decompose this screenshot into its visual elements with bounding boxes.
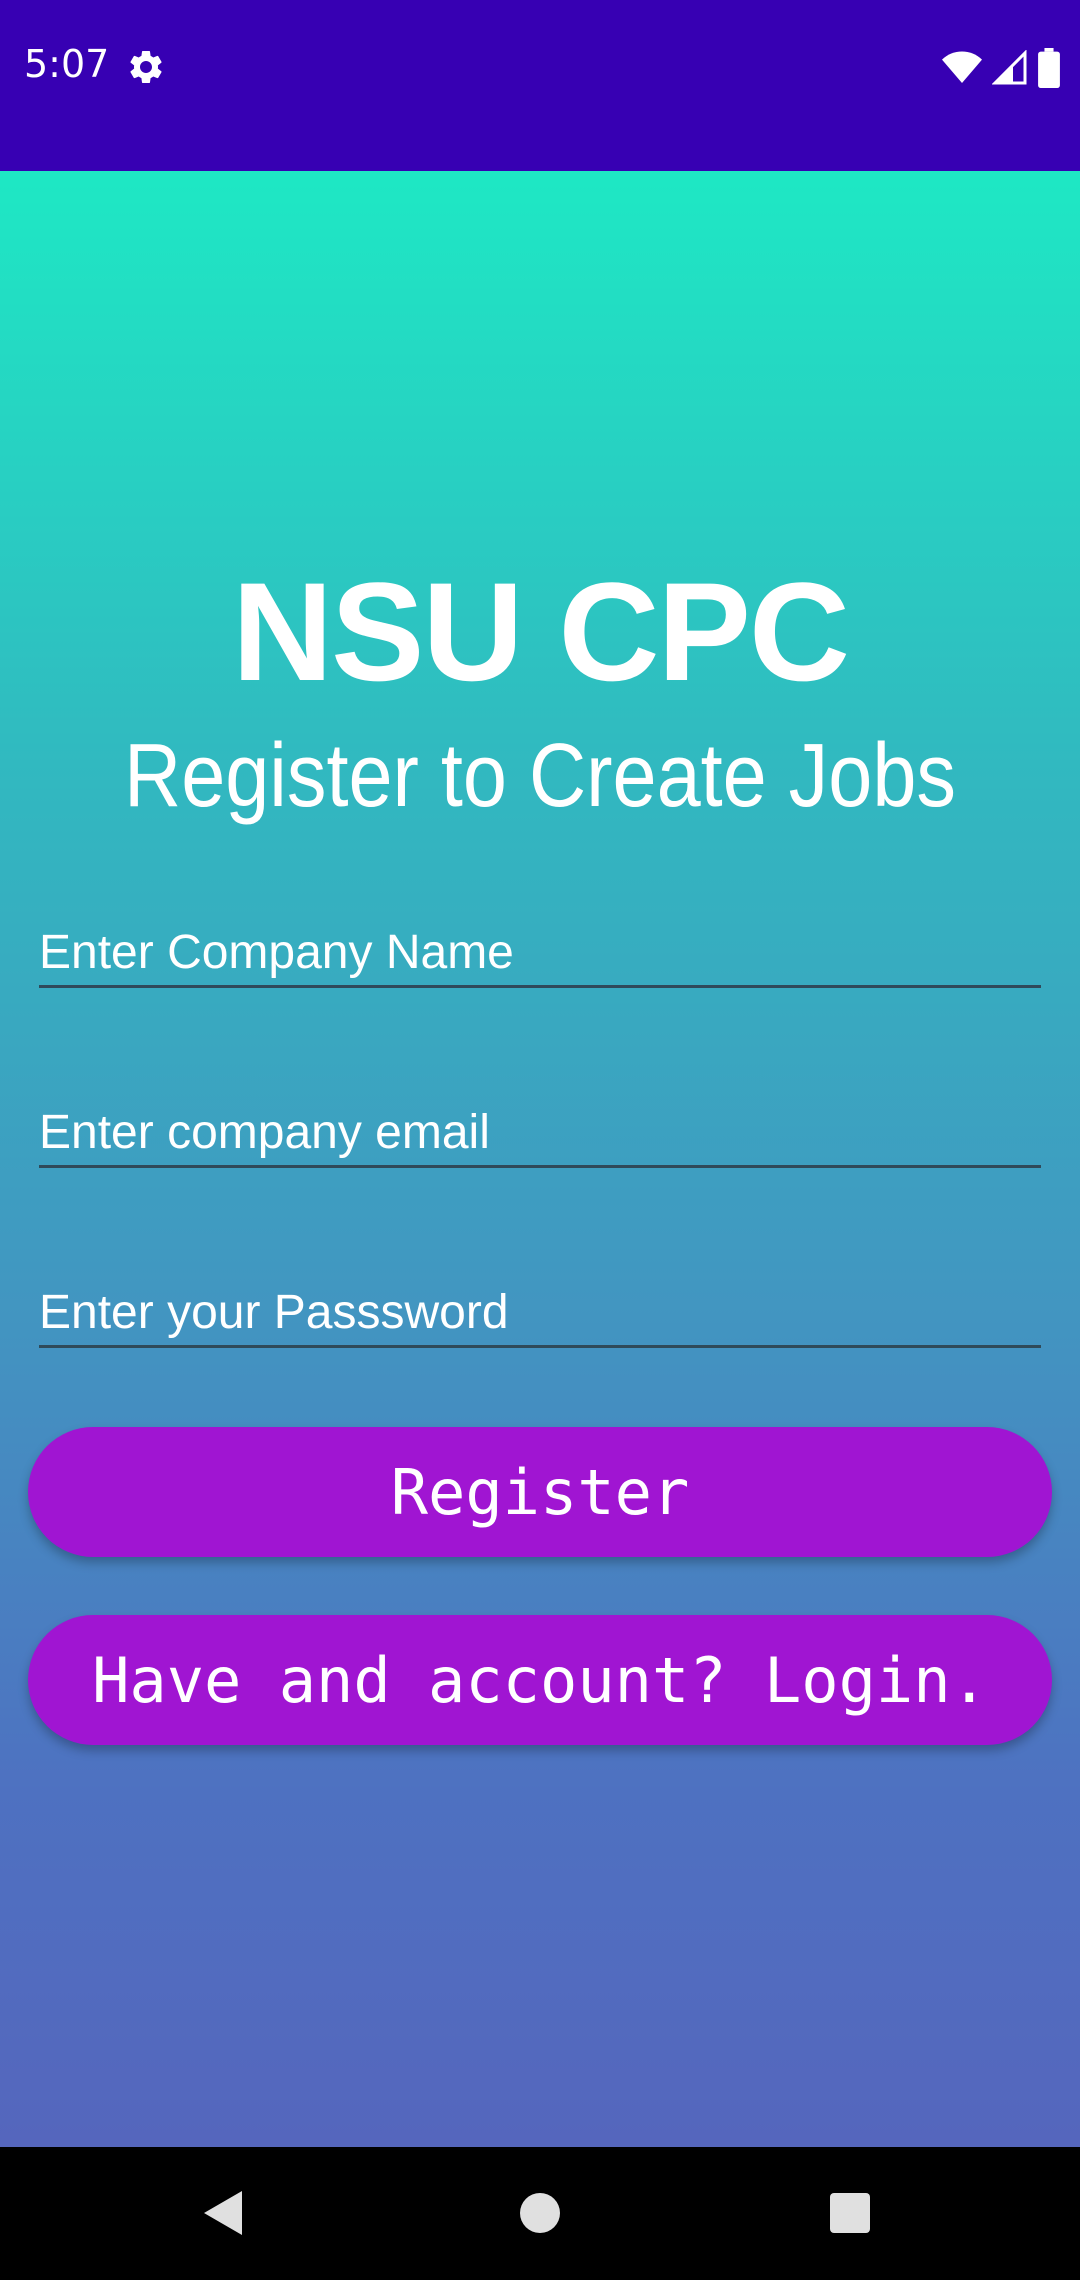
gear-icon (130, 50, 162, 83)
signal-icon (992, 50, 1027, 85)
screen: 5:07 NSU CPC Register to Create Jobs Ent… (0, 0, 1080, 2280)
password-field[interactable]: Enter your Passsword (39, 1278, 1041, 1348)
status-time: 5:07 (24, 42, 110, 86)
page-subtitle: Register to Create Jobs (123, 726, 956, 826)
company-email-field[interactable]: Enter company email (39, 1098, 1041, 1168)
home-icon[interactable] (520, 2193, 560, 2233)
register-button[interactable]: Register (28, 1427, 1052, 1557)
navigation-bar (0, 2147, 1080, 2280)
back-icon[interactable] (204, 2191, 242, 2235)
recents-icon[interactable] (830, 2193, 870, 2233)
company-name-field[interactable]: Enter Company Name (39, 918, 1041, 988)
login-button[interactable]: Have and account? Login. (28, 1615, 1052, 1745)
status-bar: 5:07 (0, 0, 1080, 171)
register-form-area: NSU CPC Register to Create Jobs Enter Co… (0, 171, 1080, 2147)
status-icons (942, 48, 1060, 88)
app-title: NSU CPC (231, 553, 850, 710)
battery-icon (1038, 48, 1060, 88)
wifi-icon (942, 51, 982, 83)
